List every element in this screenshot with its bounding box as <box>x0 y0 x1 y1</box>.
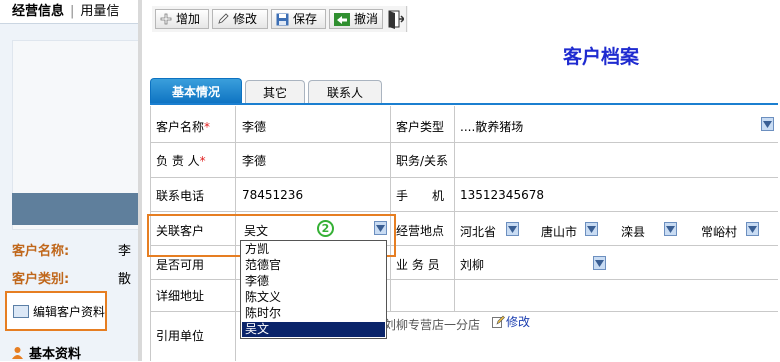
dropdown-option[interactable]: 陈时尔 <box>242 306 385 321</box>
phone-field[interactable]: 78451236 <box>242 188 303 202</box>
salesman-label: 业 务 员 <box>396 258 440 272</box>
customer-type-value: 散 <box>118 272 132 287</box>
pencil-icon <box>218 13 229 24</box>
row-divider <box>150 177 778 178</box>
salesman-select[interactable]: 刘柳 <box>460 256 484 273</box>
undo-arrow-icon <box>334 12 350 26</box>
person-in-charge-label: 负 责 人* <box>156 154 206 168</box>
dropdown-option[interactable]: 范德官 <box>242 258 385 273</box>
edit-button[interactable]: 修改 <box>212 9 268 29</box>
reference-unit-value: 刘柳专营店一分店 <box>384 318 481 332</box>
person-in-charge-field[interactable]: 李德 <box>242 152 266 169</box>
dropdown-option[interactable]: 李德 <box>242 274 385 289</box>
city-select[interactable]: 唐山市 <box>541 223 577 240</box>
row-divider <box>150 211 778 212</box>
save-button[interactable]: 保存 <box>271 9 326 29</box>
province-select[interactable]: 河北省 <box>460 223 496 240</box>
chevron-down-icon[interactable] <box>746 222 759 236</box>
section-basic-info-label: 基本资料 <box>29 347 82 362</box>
section-basic-info: 基本资料 <box>12 343 81 362</box>
mobile-label: 手 机 <box>396 189 445 203</box>
save-label: 保存 <box>293 12 318 26</box>
edit-customer-label: 编辑客户资料 <box>32 304 105 319</box>
tab-basic[interactable]: 基本情况 <box>150 78 242 104</box>
cancel-label: 撤消 <box>353 12 378 26</box>
row-divider <box>150 142 778 143</box>
add-button[interactable]: 增加 <box>155 9 209 29</box>
reference-edit-link[interactable]: 修改 <box>492 313 530 330</box>
tab-contacts[interactable]: 联系人 <box>308 80 382 104</box>
left-photo-bar <box>12 193 138 225</box>
add-label: 增加 <box>176 12 201 26</box>
customer-name-field-label: 客户名称* <box>156 120 211 134</box>
customer-type-select[interactable]: ....散养猪场 <box>460 118 523 135</box>
nav-business-info[interactable]: 经营信息 <box>12 4 64 19</box>
exit-door-icon[interactable] <box>388 9 406 29</box>
col-divider <box>454 106 455 311</box>
customer-name-field[interactable]: 李德 <box>242 118 266 135</box>
address-label: 详细地址 <box>156 289 205 303</box>
nav-usage-info[interactable]: 用量信 <box>80 4 119 19</box>
chevron-down-icon[interactable] <box>585 222 598 236</box>
chevron-down-icon[interactable] <box>506 222 519 236</box>
customer-name-value: 李 <box>118 244 132 259</box>
position-label: 职务/关系 <box>396 154 449 168</box>
customer-type-label: 客户类别: <box>12 272 70 287</box>
person-icon <box>12 347 23 359</box>
page-title: 客户档案 <box>563 46 640 68</box>
toolbar-separator <box>406 6 407 32</box>
edit-customer-button[interactable]: 编辑客户资料 <box>5 291 107 331</box>
id-card-icon <box>13 304 29 318</box>
plus-icon <box>160 13 172 25</box>
left-topbar: 经营信息 | 用量信 <box>0 0 138 24</box>
tab-other[interactable]: 其它 <box>245 80 305 104</box>
edit-pencil-icon <box>492 315 505 328</box>
floppy-disk-icon <box>276 13 289 25</box>
dropdown-option[interactable]: 陈文义 <box>242 290 385 305</box>
county-select[interactable]: 滦县 <box>621 223 645 240</box>
dropdown-option[interactable]: 方凯 <box>242 242 385 257</box>
chevron-down-icon[interactable] <box>761 117 774 131</box>
dropdown-option-selected[interactable]: 吴文 <box>242 322 385 337</box>
location-label: 经营地点 <box>396 224 445 238</box>
reference-edit-label: 修改 <box>506 315 531 329</box>
edit-label: 修改 <box>233 12 258 26</box>
tab-underline <box>150 103 778 105</box>
enabled-label: 是否可用 <box>156 258 205 272</box>
phone-label: 联系电话 <box>156 189 205 203</box>
col-divider <box>390 106 391 311</box>
customer-name-label: 客户名称: <box>12 244 70 259</box>
related-customer-dropdown[interactable]: 方凯 范德官 李德 陈文义 陈时尔 吴文 <box>240 240 387 339</box>
chevron-down-icon[interactable] <box>664 222 677 236</box>
customer-type-field-label: 客户类型 <box>396 120 445 134</box>
cancel-button[interactable]: 撤消 <box>329 9 383 29</box>
mobile-field[interactable]: 13512345678 <box>460 188 544 202</box>
village-select[interactable]: 常峪村 <box>701 223 737 240</box>
reference-unit-label: 引用单位 <box>156 329 205 343</box>
chevron-down-icon[interactable] <box>593 256 606 270</box>
